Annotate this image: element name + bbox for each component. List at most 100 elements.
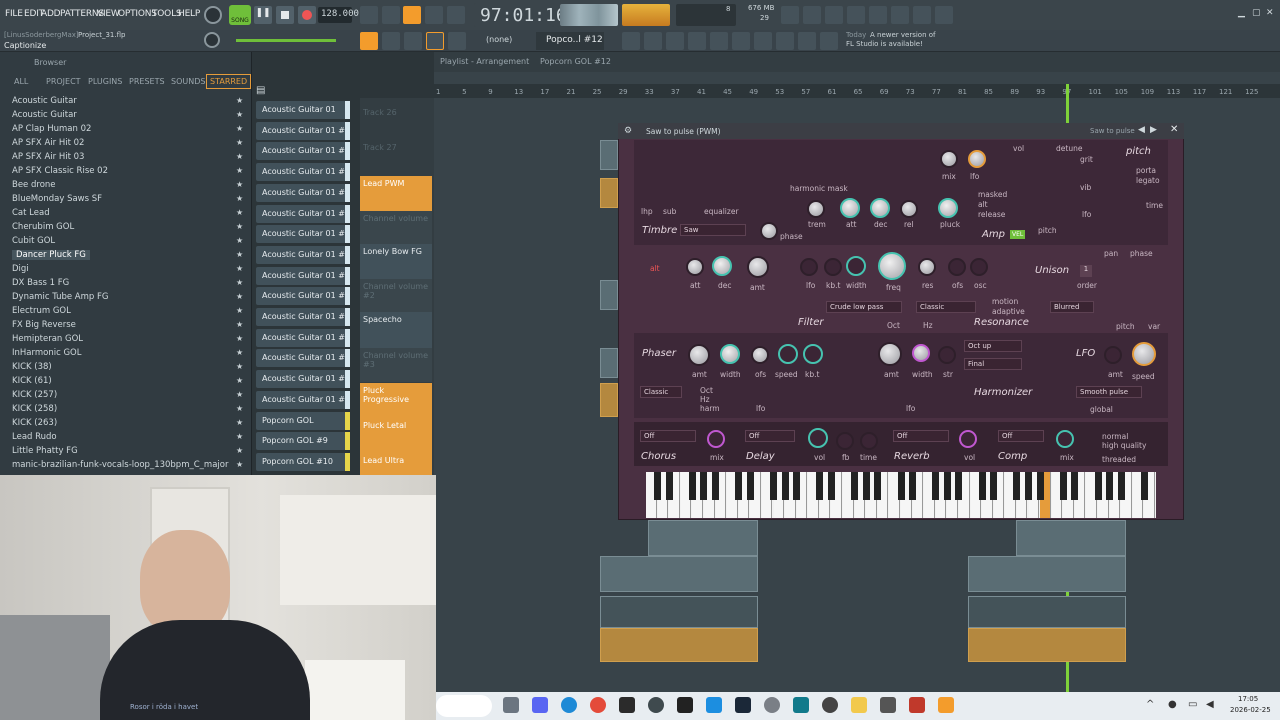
- channel-button[interactable]: Acoustic Guitar 01 #9: [256, 266, 346, 285]
- amp-vel-badge[interactable]: VEL: [1010, 230, 1026, 239]
- track-chvol2[interactable]: Channel volume #2: [360, 279, 432, 312]
- channel-button[interactable]: Acoustic Guitar 01 #5: [256, 308, 346, 326]
- browser-item[interactable]: Cat Lead: [12, 208, 50, 218]
- channel-select-indicator[interactable]: [345, 163, 350, 182]
- channel-select-indicator[interactable]: [345, 142, 350, 161]
- app2-icon[interactable]: [880, 697, 896, 713]
- pattern-none-label[interactable]: (none): [486, 35, 512, 44]
- ruler-bar-number[interactable]: 57: [801, 88, 810, 96]
- channel-select-indicator[interactable]: [345, 370, 350, 389]
- piano-black-key[interactable]: [943, 472, 951, 500]
- track-spacecho[interactable]: Spacecho: [360, 312, 432, 348]
- star-icon[interactable]: ★: [236, 418, 243, 427]
- dec-knob[interactable]: [870, 198, 890, 218]
- threaded-toggle[interactable]: threaded: [1102, 455, 1136, 464]
- plugin-icon[interactable]: [754, 32, 772, 50]
- reverb-dropdown[interactable]: Off: [893, 430, 949, 442]
- countdown-icon[interactable]: [403, 6, 421, 24]
- motion-label[interactable]: motion: [992, 297, 1018, 306]
- phaser-hz-label[interactable]: Hz: [700, 395, 710, 404]
- lfo-shape-dropdown[interactable]: Smooth pulse: [1076, 386, 1142, 398]
- piano-black-key[interactable]: [746, 472, 754, 500]
- piano-black-key[interactable]: [735, 472, 743, 500]
- star-icon[interactable]: ★: [236, 432, 243, 441]
- pattern-clip[interactable]: [600, 140, 618, 170]
- delay-dropdown[interactable]: Off: [745, 430, 795, 442]
- filter-lfo-knob[interactable]: [800, 258, 818, 276]
- channel-select-indicator[interactable]: [345, 183, 350, 202]
- ruler-bar-number[interactable]: 49: [749, 88, 758, 96]
- channel-select-indicator[interactable]: [345, 287, 350, 306]
- link-icon[interactable]: [426, 32, 444, 50]
- star-icon[interactable]: ★: [236, 180, 243, 189]
- playlist-icon[interactable]: [622, 32, 640, 50]
- phaser-kbt-knob[interactable]: [803, 344, 823, 364]
- browser-item[interactable]: KICK (257): [12, 390, 57, 400]
- piano-black-key[interactable]: [1140, 472, 1148, 500]
- browser-item[interactable]: KICK (263): [12, 418, 57, 428]
- plugin-titlebar[interactable]: ⚙ Saw to pulse (PWM) Saw to pulse ◀ ▶ ✕: [618, 123, 1184, 139]
- save-icon[interactable]: [869, 6, 887, 24]
- taskbar-search[interactable]: [436, 695, 492, 717]
- wait-input-icon[interactable]: [382, 6, 400, 24]
- step-edit-icon[interactable]: [425, 6, 443, 24]
- phase-knob[interactable]: [760, 222, 778, 240]
- master-pitch-knob[interactable]: [204, 32, 220, 48]
- steam-icon[interactable]: [735, 697, 751, 713]
- filter-att-knob[interactable]: [686, 258, 704, 276]
- filter-mode-dropdown[interactable]: Classic: [916, 301, 976, 313]
- trem-knob[interactable]: [807, 200, 825, 218]
- render-icon[interactable]: [891, 6, 909, 24]
- channel-button[interactable]: Acoustic Guitar 01 #11: [256, 183, 346, 202]
- filter-dec-knob[interactable]: [712, 256, 732, 276]
- browser-item[interactable]: Cherubim GOL: [12, 222, 74, 232]
- stop-button[interactable]: [276, 6, 294, 24]
- channel-select-indicator[interactable]: [345, 308, 350, 326]
- star-icon[interactable]: ★: [236, 460, 243, 469]
- piano-black-key[interactable]: [827, 472, 835, 500]
- lfo-global-toggle[interactable]: global: [1090, 405, 1113, 414]
- browser-item[interactable]: Bee drone: [12, 180, 56, 190]
- track-lead-ultra[interactable]: Lead Ultra: [360, 453, 432, 475]
- browser-item[interactable]: Dynamic Tube Amp FG: [12, 292, 108, 302]
- comp-dropdown[interactable]: Off: [998, 430, 1044, 442]
- snap-icon[interactable]: [360, 32, 378, 50]
- minimize-icon[interactable]: ▁: [1238, 8, 1245, 18]
- track-27-label[interactable]: Track 27: [363, 143, 397, 152]
- piano-black-key[interactable]: [816, 472, 824, 500]
- pattern-clip[interactable]: [968, 556, 1126, 592]
- channel-button[interactable]: Acoustic Guitar 01 #15: [256, 121, 346, 140]
- quality-normal-option[interactable]: normal: [1102, 432, 1128, 441]
- piano-black-key[interactable]: [851, 472, 859, 500]
- chorus-mix-knob[interactable]: [707, 430, 725, 448]
- channel-button[interactable]: Acoustic Guitar 01 #2: [256, 163, 346, 182]
- ruler-bar-number[interactable]: 125: [1245, 88, 1258, 96]
- piano-black-key[interactable]: [770, 472, 777, 500]
- piano-black-key[interactable]: [1036, 472, 1044, 500]
- lfo-amt-knob[interactable]: [1104, 346, 1122, 364]
- plugin-close-icon[interactable]: ✕: [1170, 124, 1178, 135]
- channel-button[interactable]: Popcorn GOL #10: [256, 452, 346, 471]
- filter-osc-knob[interactable]: [970, 258, 988, 276]
- menu-add[interactable]: ADD: [41, 9, 61, 19]
- browser-item[interactable]: Cubit GOL: [12, 236, 55, 246]
- channel-select-indicator[interactable]: [345, 349, 350, 368]
- ruler-bar-number[interactable]: 37: [671, 88, 680, 96]
- channel-button[interactable]: Acoustic Guitar 01: [256, 101, 346, 119]
- star-icon[interactable]: ★: [236, 390, 243, 399]
- ruler-bar-number[interactable]: 25: [593, 88, 602, 96]
- piano-black-key[interactable]: [1106, 472, 1114, 500]
- channel-button[interactable]: Acoustic Guitar 01 #8: [256, 328, 346, 347]
- browser-item[interactable]: BlueMonday Saws SF: [12, 194, 102, 204]
- ruler-bar-number[interactable]: 121: [1219, 88, 1232, 96]
- channel-select-indicator[interactable]: [345, 204, 350, 223]
- file-icon[interactable]: [732, 32, 750, 50]
- menu-view[interactable]: VIEW: [97, 9, 120, 19]
- menu-help[interactable]: HELP: [178, 9, 200, 19]
- star-icon[interactable]: ★: [236, 264, 243, 273]
- ruler-bar-number[interactable]: 69: [880, 88, 889, 96]
- channel-select-indicator[interactable]: [345, 390, 350, 409]
- unison-order-value[interactable]: 1: [1080, 265, 1092, 277]
- menu-options[interactable]: OPTIONS: [118, 9, 157, 19]
- channel-select-indicator[interactable]: [345, 411, 350, 430]
